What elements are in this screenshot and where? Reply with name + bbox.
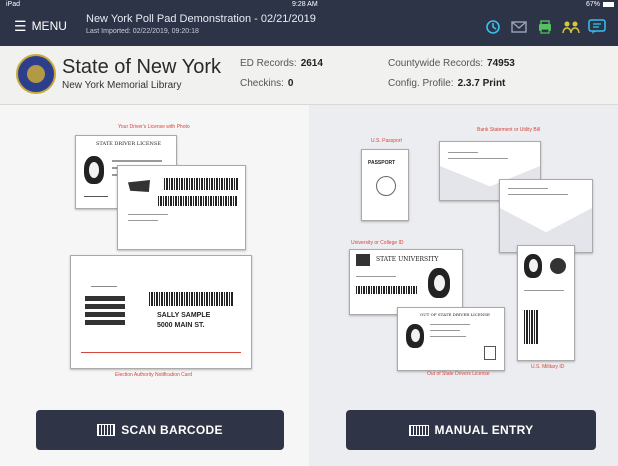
manual-entry-label: MANUAL ENTRY <box>434 423 534 437</box>
caption-notification-card: Election Authority Notification Card <box>115 372 192 378</box>
caption-drivers-license: Your Driver's License with Photo <box>118 124 190 130</box>
card-name: SALLY SAMPLE <box>157 312 211 319</box>
election-notification-card-image: SALLY SAMPLE 5000 MAIN ST. <box>70 255 252 369</box>
config-profile-value: 2.3.7 Print <box>457 78 506 89</box>
last-imported: Last Imported: 02/22/2019, 09:20:18 <box>86 28 199 35</box>
caption-bank-statement: Bank Statement or Utility Bill <box>477 127 541 133</box>
caption-passport: U.S. Passport <box>371 138 402 144</box>
printer-icon[interactable] <box>536 18 554 36</box>
passport-text: PASSPORT <box>368 160 396 166</box>
card-address: 5000 MAIN ST. <box>157 322 205 329</box>
status-bar: iPad 9:28 AM 67% <box>0 0 618 10</box>
university-text: STATE UNIVERSITY <box>376 256 439 263</box>
clock: 9:28 AM <box>292 1 318 8</box>
hamburger-icon: ☰ <box>14 18 27 34</box>
scan-barcode-button[interactable]: SCAN BARCODE <box>36 410 284 450</box>
checkins-label: Checkins: <box>240 78 284 89</box>
ed-records: ED Records: 2614 <box>240 58 323 69</box>
keyboard-icon <box>408 424 429 436</box>
config-profile: Config. Profile: 2.3.7 Print <box>388 78 505 89</box>
passport-image: PASSPORT <box>361 149 409 221</box>
ed-records-value: 2614 <box>300 58 323 69</box>
drivers-license-back-image <box>117 165 246 250</box>
university-id-image: STATE UNIVERSITY <box>349 249 463 315</box>
military-photo-image <box>524 254 542 278</box>
license-photo-image <box>84 156 104 184</box>
scan-barcode-label: SCAN BARCODE <box>121 423 223 437</box>
out-of-state-title: OUT OF STATE DRIVER LICENSE <box>420 312 490 317</box>
countywide-records-value: 74953 <box>487 58 515 69</box>
mail-icon[interactable] <box>510 18 528 36</box>
history-icon[interactable] <box>484 18 502 36</box>
caption-out-of-state: Out of State Drivers License <box>427 371 490 377</box>
app-header: ☰ MENU New York Poll Pad Demonstration -… <box>0 10 618 46</box>
checkins-value: 0 <box>287 78 294 89</box>
dl-title: STATE DRIVER LICENSE <box>96 141 161 147</box>
countywide-records-label: Countywide Records: <box>388 58 484 69</box>
manual-entry-button[interactable]: MANUAL ENTRY <box>346 410 596 450</box>
checkins: Checkins: 0 <box>240 78 293 89</box>
out-of-state-photo-image <box>406 324 424 348</box>
device-label: iPad <box>6 1 21 8</box>
caption-university-id: University or College ID <box>351 240 404 246</box>
app-title: New York Poll Pad Demonstration - 02/21/… <box>86 13 316 25</box>
location-info-bar: State of New York New York Memorial Libr… <box>0 46 618 105</box>
barcode-icon <box>97 424 116 436</box>
users-icon[interactable] <box>562 18 580 36</box>
university-photo-image <box>428 268 450 298</box>
countywide-records: Countywide Records: 74953 <box>388 58 515 69</box>
ed-records-label: ED Records: <box>240 58 297 69</box>
state-seal-logo <box>16 54 56 94</box>
config-profile-label: Config. Profile: <box>388 78 454 89</box>
military-id-image <box>517 245 575 361</box>
menu-button[interactable]: ☰ MENU <box>14 19 67 33</box>
battery-label: 67% <box>585 1 600 8</box>
battery-icon <box>603 2 614 7</box>
caption-military-id: U.S. Military ID <box>531 364 565 370</box>
utility-bill-image <box>499 179 593 253</box>
location-name: New York Memorial Library <box>62 80 182 91</box>
chat-icon[interactable] <box>588 18 606 36</box>
out-of-state-license-image: OUT OF STATE DRIVER LICENSE <box>397 307 505 371</box>
menu-label: MENU <box>31 19 67 33</box>
state-name: State of New York <box>62 56 221 78</box>
